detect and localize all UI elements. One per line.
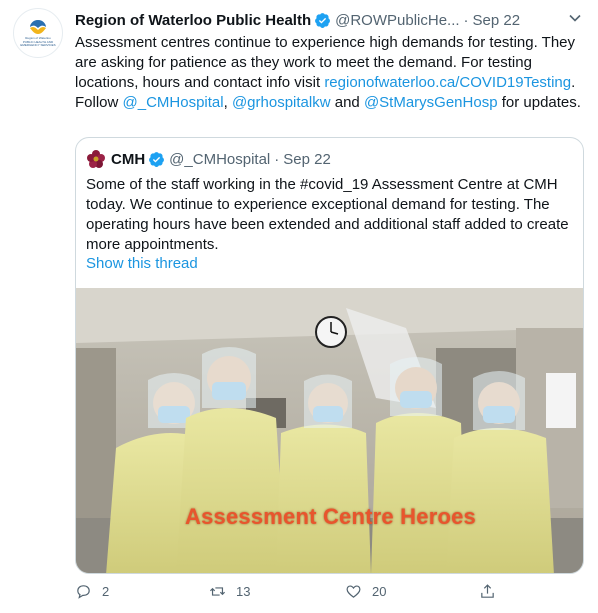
mention-grhospitalkw[interactable]: @grhospitalkw — [232, 94, 331, 111]
author-avatar[interactable]: Region of Waterloo PUBLIC HEALTH AND EME… — [13, 8, 63, 58]
heart-icon — [346, 585, 361, 598]
quoted-tweet-date[interactable]: Sep 22 — [283, 151, 331, 168]
logo-wordmark: Region of Waterloo PUBLIC HEALTH AND EME… — [20, 36, 56, 48]
tweet-header: Region of Waterloo Public Health @ROWPub… — [75, 10, 586, 30]
region-logo-icon — [30, 20, 46, 35]
reply-icon — [77, 585, 90, 599]
verified-badge-icon — [149, 151, 165, 167]
like-button[interactable]: 20 — [345, 583, 386, 600]
tweet-actions: 2 13 20 — [75, 583, 585, 603]
tweet-date[interactable]: Sep 22 — [473, 12, 521, 29]
like-count: 20 — [372, 584, 387, 599]
testing-link[interactable]: regionofwaterloo.ca/COVID19Testing — [324, 74, 571, 91]
quoted-tweet-header: CMH @_CMHospital · Sep 22 — [86, 149, 331, 169]
separator-dot: · — [463, 11, 469, 29]
tweet-text-part: and — [330, 94, 364, 111]
tweet-text-part: , — [223, 94, 232, 111]
quoted-tweet-photo[interactable]: Assessment Centre Heroes — [76, 288, 583, 573]
reply-count: 2 — [102, 584, 110, 599]
share-button[interactable] — [479, 583, 506, 600]
quoted-author-handle[interactable]: @_CMHospital — [169, 151, 270, 168]
author-handle[interactable]: @ROWPublicHe... — [335, 12, 459, 29]
tweet-text-part: for updates. — [497, 94, 581, 111]
share-icon — [481, 584, 494, 598]
chevron-down-icon[interactable] — [568, 11, 582, 28]
cmh-flower-logo-icon[interactable] — [86, 149, 106, 169]
retweet-button[interactable]: 13 — [209, 583, 250, 600]
show-thread-link[interactable]: Show this thread — [86, 255, 198, 272]
mention-stmarysgenhosp[interactable]: @StMarysGenHosp — [364, 94, 498, 111]
retweet-icon — [209, 587, 226, 596]
tweet-text: Assessment centres continue to experienc… — [75, 33, 585, 113]
tweet[interactable]: Region of Waterloo PUBLIC HEALTH AND EME… — [0, 0, 598, 613]
quoted-tweet-text: Some of the staff working in the #covid_… — [86, 176, 569, 253]
staff-photo-illustration — [76, 288, 583, 573]
reply-button[interactable]: 2 — [75, 583, 109, 600]
photo-caption: Assessment Centre Heroes — [185, 504, 476, 529]
verified-badge-icon — [315, 12, 331, 28]
retweet-count: 13 — [236, 584, 251, 599]
author-name[interactable]: Region of Waterloo Public Health — [75, 12, 311, 29]
mention-cmhospital[interactable]: @_CMHospital — [123, 94, 224, 111]
quoted-tweet[interactable]: CMH @_CMHospital · Sep 22 Some of the st… — [75, 137, 584, 574]
separator-dot: · — [274, 150, 280, 168]
quoted-author-name[interactable]: CMH — [111, 151, 145, 168]
